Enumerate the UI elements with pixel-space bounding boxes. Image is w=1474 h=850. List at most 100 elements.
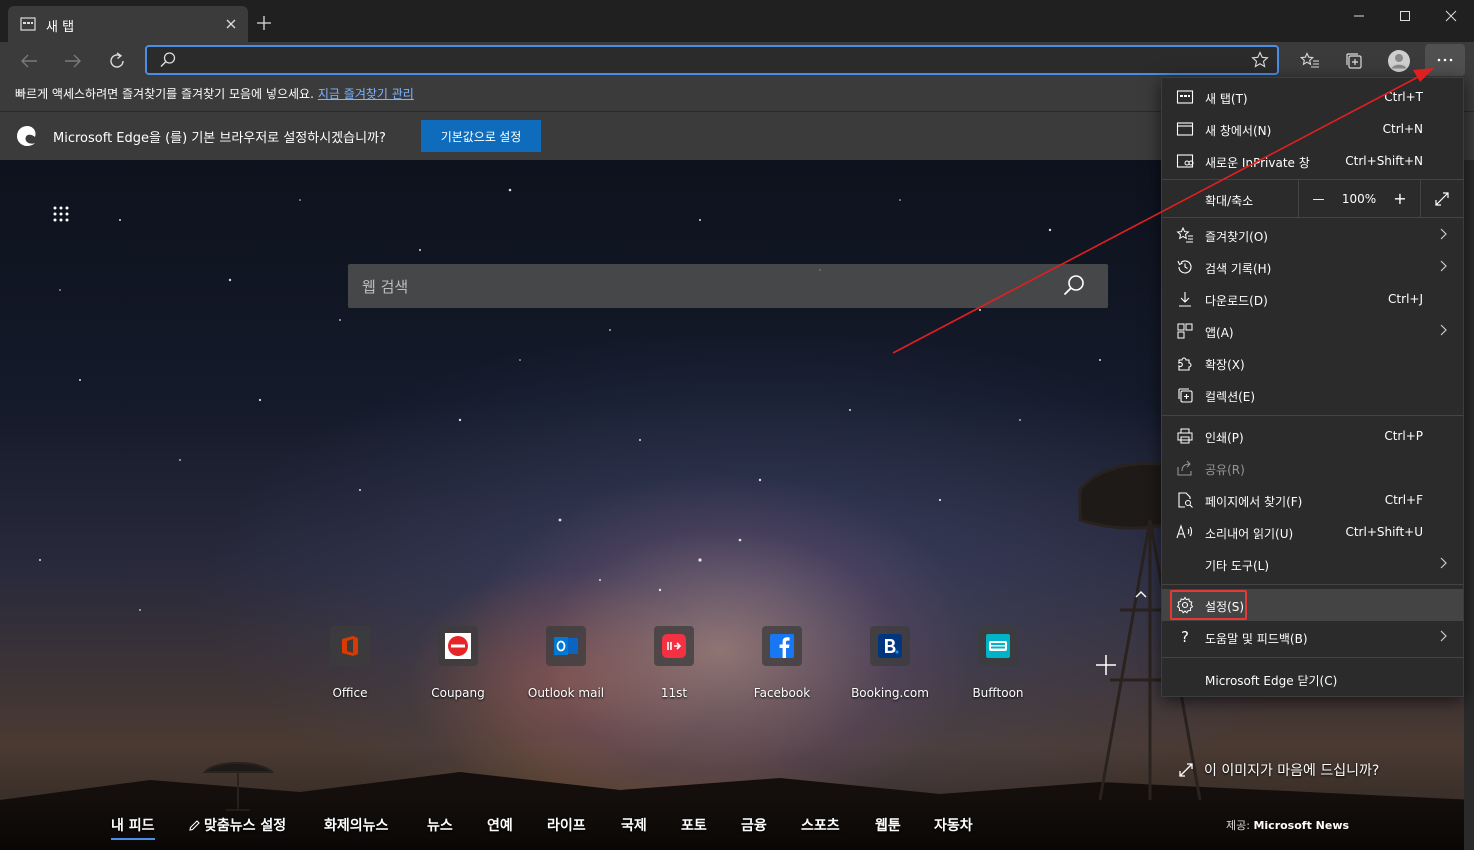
tile-label: Bufftoon: [972, 686, 1024, 700]
feed-tab-finance[interactable]: 금융: [741, 815, 767, 835]
zoom-out-button[interactable]: —: [1298, 180, 1338, 217]
menu-item-extensions[interactable]: 확장(X): [1162, 347, 1463, 379]
zoom-in-button[interactable]: +: [1380, 180, 1420, 217]
search-icon: [159, 51, 177, 69]
tab-new-tab[interactable]: 새 탭: [8, 6, 248, 42]
tile-bufftoon[interactable]: Bufftoon: [946, 626, 1050, 706]
tile-label: Coupang: [431, 686, 485, 700]
feed-tab-sports[interactable]: 스포츠: [801, 815, 840, 835]
window-close-icon[interactable]: [1428, 0, 1474, 32]
chevron-right-icon: [1439, 630, 1447, 642]
feed-tab-personalize[interactable]: 맞춤뉴스 설정: [188, 815, 286, 835]
chevron-right-icon: [1439, 228, 1447, 240]
outlook-icon: [546, 626, 586, 666]
tile-11st[interactable]: 11st: [622, 626, 726, 706]
zoom-level: 100%: [1341, 191, 1377, 206]
collections-icon: [1176, 386, 1194, 404]
feed-tab-my-feed[interactable]: 내 피드: [111, 815, 155, 840]
add-favorite-star-icon[interactable]: [1251, 51, 1269, 69]
new-tab-plus-icon[interactable]: [254, 13, 274, 33]
menu-item-apps[interactable]: 앱(A): [1162, 315, 1463, 347]
inprivate-window-icon: [1176, 152, 1194, 170]
feed-tab-photo[interactable]: 포토: [681, 815, 707, 835]
search-placeholder: 웹 검색: [362, 278, 409, 296]
feed-tab-webtoon[interactable]: 웹툰: [875, 815, 901, 835]
feed-tab-news[interactable]: 뉴스: [427, 815, 453, 835]
close-tab-icon[interactable]: [222, 15, 240, 33]
fullscreen-icon[interactable]: [1420, 180, 1463, 217]
question-mark-icon: ?: [1181, 628, 1189, 646]
menu-item-share: 공유(R): [1162, 452, 1463, 484]
feed-tab-life[interactable]: 라이프: [547, 815, 586, 835]
office-icon: [330, 626, 370, 666]
tile-label: Office: [332, 686, 368, 700]
history-clock-icon: [1176, 258, 1194, 276]
share-icon: [1176, 459, 1194, 477]
chevron-right-icon: [1439, 557, 1447, 569]
tile-label: 11st: [660, 686, 688, 700]
edge-logo-icon: [16, 125, 38, 147]
favorites-hint-text: 빠르게 액세스하려면 즐겨찾기를 즐겨찾기 모음에 넣으세요.: [15, 87, 314, 101]
download-icon: [1176, 290, 1194, 308]
address-bar[interactable]: [145, 45, 1279, 75]
menu-item-new-tab[interactable]: 새 탭(T) Ctrl+T: [1162, 81, 1463, 113]
search-icon[interactable]: [1062, 274, 1086, 298]
set-as-default-button[interactable]: 기본값으로 설정: [421, 120, 541, 152]
menu-item-collections[interactable]: 컬렉션(E): [1162, 379, 1463, 411]
menu-item-help-feedback[interactable]: ? 도움말 및 피드백(B): [1162, 621, 1463, 653]
web-search-box[interactable]: 웹 검색: [348, 264, 1108, 308]
menu-item-print[interactable]: 인쇄(P) Ctrl+P: [1162, 420, 1463, 452]
tile-office[interactable]: Office: [298, 626, 402, 706]
feed-tab-world[interactable]: 국제: [621, 815, 647, 835]
expand-diagonal-icon: [1179, 763, 1193, 777]
profile-avatar-icon[interactable]: [1385, 48, 1413, 74]
image-feedback[interactable]: 이 이미지가 마음에 드십니까?: [1178, 760, 1379, 780]
menu-item-new-window[interactable]: 새 창에서(N) Ctrl+N: [1162, 113, 1463, 145]
menu-item-inprivate[interactable]: 새로운 InPrivate 창 Ctrl+Shift+N: [1162, 145, 1463, 177]
new-tab-page-icon: [20, 17, 36, 31]
menu-item-find-on-page[interactable]: 페이지에서 찾기(F) Ctrl+F: [1162, 484, 1463, 516]
find-on-page-icon: [1176, 491, 1194, 509]
bufftoon-icon: [978, 626, 1018, 666]
manage-favorites-link[interactable]: 지금 즐겨찾기 관리: [318, 87, 414, 101]
refresh-icon[interactable]: [103, 48, 131, 74]
chevron-right-icon: [1439, 260, 1447, 272]
apps-icon: [1176, 322, 1194, 340]
new-tab-icon: [1176, 88, 1194, 106]
puzzle-piece-icon: [1176, 354, 1194, 372]
booking-icon: [870, 626, 910, 666]
menu-item-favorites[interactable]: 즐겨찾기(O): [1162, 219, 1463, 251]
settings-and-more-button[interactable]: [1425, 44, 1465, 76]
tile-coupang[interactable]: Coupang: [406, 626, 510, 706]
favorites-list-icon[interactable]: [1296, 48, 1324, 74]
feed-tab-entertainment[interactable]: 연예: [487, 815, 513, 835]
tile-label: Facebook: [753, 686, 811, 700]
page-scrollbar[interactable]: [1464, 160, 1474, 850]
pencil-icon: [189, 819, 200, 831]
feed-tab-trending[interactable]: 화제의뉴스: [324, 815, 388, 835]
back-arrow-icon[interactable]: [15, 48, 43, 74]
read-aloud-icon: [1176, 523, 1194, 541]
facebook-icon: [762, 626, 802, 666]
tile-booking[interactable]: Booking.com: [838, 626, 942, 706]
minimize-icon[interactable]: [1336, 0, 1382, 32]
collections-icon[interactable]: [1340, 48, 1368, 74]
menu-item-downloads[interactable]: 다운로드(D) Ctrl+J: [1162, 283, 1463, 315]
tile-facebook[interactable]: Facebook: [730, 626, 834, 706]
menu-item-close-edge[interactable]: Microsoft Edge 닫기(C): [1162, 663, 1463, 695]
tile-outlook-mail[interactable]: Outlook mail: [514, 626, 618, 706]
collapse-chevron-up-icon[interactable]: [1132, 586, 1150, 604]
printer-icon: [1176, 427, 1194, 445]
settings-highlight-box: [1170, 590, 1247, 620]
app-launcher-grid-icon[interactable]: [52, 205, 70, 223]
forward-arrow-icon[interactable]: [59, 48, 87, 74]
tab-title: 새 탭: [46, 20, 75, 35]
11st-icon: [654, 626, 694, 666]
feed-tab-auto[interactable]: 자동차: [934, 815, 973, 835]
menu-item-read-aloud[interactable]: 소리내어 읽기(U) Ctrl+Shift+U: [1162, 516, 1463, 548]
maximize-icon[interactable]: [1382, 0, 1428, 32]
menu-item-more-tools[interactable]: 기타 도구(L): [1162, 548, 1463, 580]
add-quick-link-plus-icon[interactable]: [1093, 652, 1119, 678]
news-provider: 제공: Microsoft News: [1226, 819, 1350, 832]
menu-item-history[interactable]: 검색 기록(H): [1162, 251, 1463, 283]
